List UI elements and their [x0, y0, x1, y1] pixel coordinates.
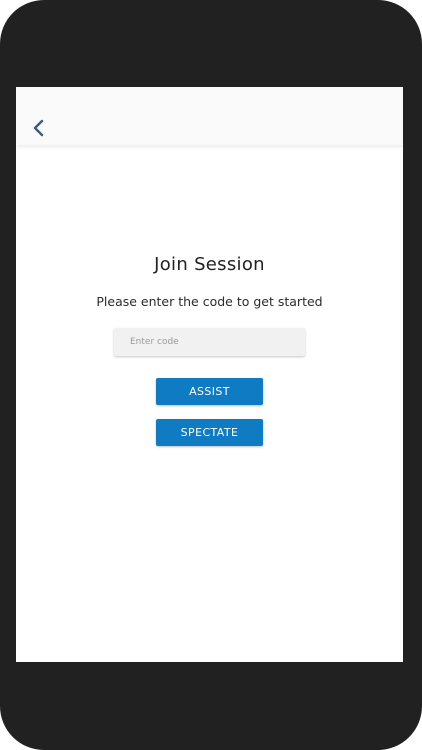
page-subtitle: Please enter the code to get started — [96, 294, 323, 309]
app-bar — [16, 87, 403, 145]
device-frame: Join Session Please enter the code to ge… — [0, 0, 422, 750]
chevron-left-icon — [33, 119, 44, 137]
back-button[interactable] — [28, 117, 50, 139]
code-input[interactable] — [114, 328, 305, 356]
join-session-content: Join Session Please enter the code to ge… — [16, 145, 403, 662]
spectate-button[interactable]: SPECTATE — [156, 419, 263, 446]
spectate-button-label: SPECTATE — [180, 426, 239, 439]
assist-button-label: ASSIST — [189, 385, 230, 398]
page-title: Join Session — [154, 254, 265, 275]
app-screen: Join Session Please enter the code to ge… — [16, 87, 403, 662]
assist-button[interactable]: ASSIST — [156, 378, 263, 405]
